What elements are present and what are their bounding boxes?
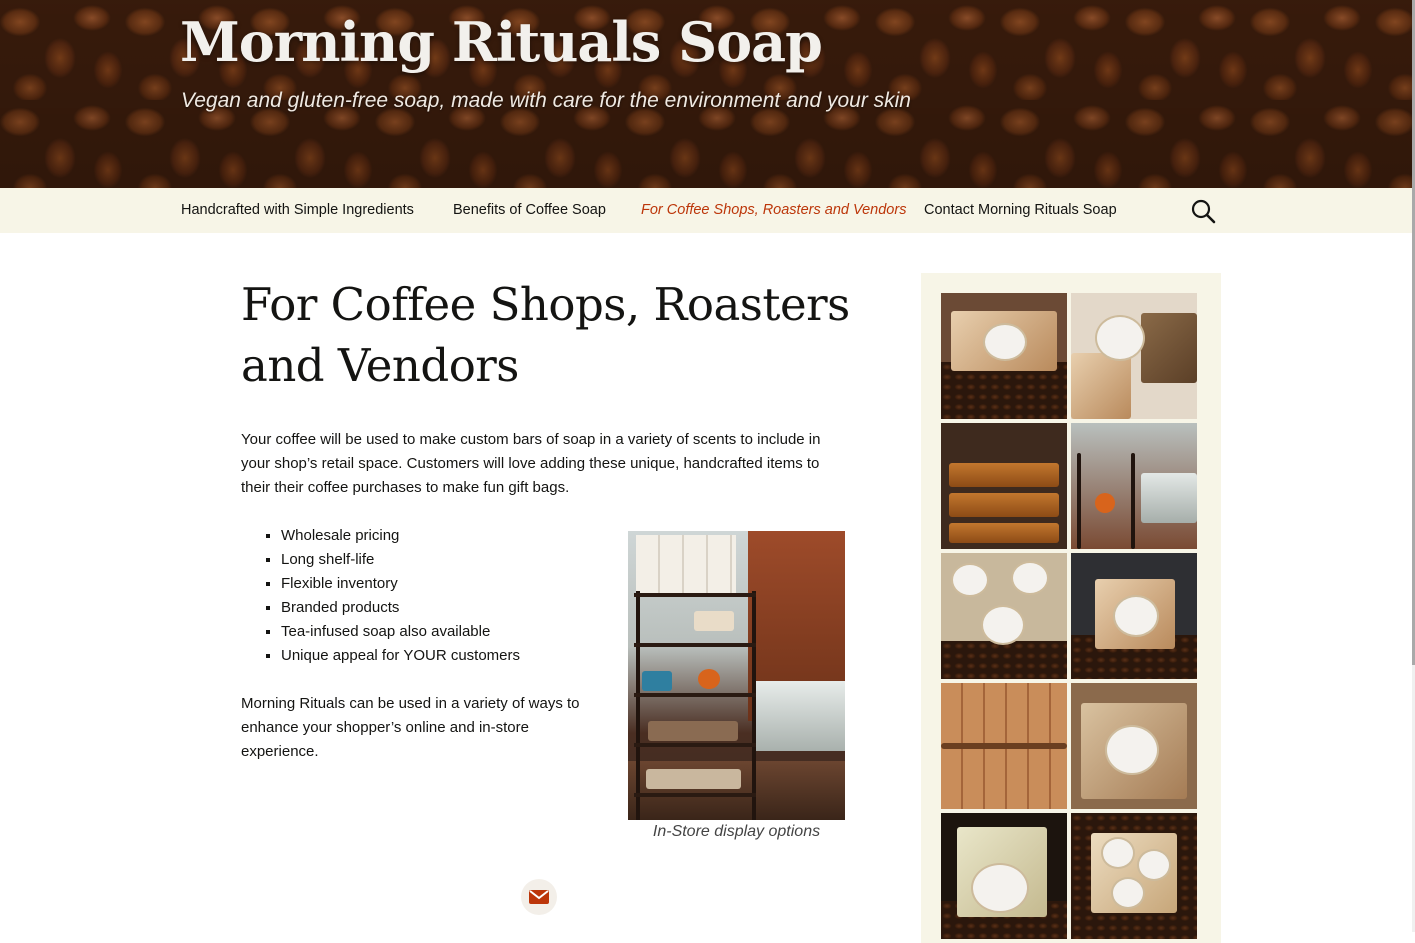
- figure-caption: In-Store display options: [652, 823, 821, 840]
- gallery-thumbnail[interactable]: [1071, 553, 1197, 679]
- site-description: Vegan and gluten-free soap, made with ca…: [181, 89, 911, 112]
- nav-item-handcrafted[interactable]: Handcrafted with Simple Ingredients: [181, 202, 414, 218]
- gallery-thumbnail[interactable]: [941, 813, 1067, 939]
- outro-paragraph: Morning Rituals can be used in a variety…: [241, 695, 580, 760]
- list-item: Long shelf-life: [281, 548, 621, 572]
- site-header: Morning Rituals Soap Vegan and gluten-fr…: [0, 0, 1412, 188]
- search-icon[interactable]: [1190, 198, 1216, 224]
- gallery-thumbnail[interactable]: [1071, 813, 1197, 939]
- site-title[interactable]: Morning Rituals Soap: [180, 10, 823, 74]
- nav-item-contact[interactable]: Contact Morning Rituals Soap: [924, 202, 1117, 218]
- gallery-thumbnail[interactable]: [941, 683, 1067, 809]
- store-display-figure: In-Store display options: [628, 531, 845, 841]
- feature-list: Wholesale pricing Long shelf-life Flexib…: [241, 524, 621, 668]
- list-item: Tea-infused soap also available: [281, 620, 621, 644]
- nav-item-benefits[interactable]: Benefits of Coffee Soap: [453, 202, 606, 218]
- store-display-photo[interactable]: [628, 531, 845, 820]
- intro-paragraph: Your coffee will be used to make custom …: [241, 431, 821, 496]
- email-share-button[interactable]: [521, 879, 557, 915]
- gallery-thumbnail[interactable]: [941, 293, 1067, 419]
- list-item: Wholesale pricing: [281, 524, 621, 548]
- main-navigation: Handcrafted with Simple Ingredients Bene…: [0, 188, 1412, 233]
- list-item: Unique appeal for YOUR customers: [281, 644, 621, 668]
- list-item: Flexible inventory: [281, 572, 621, 596]
- gallery-thumbnail[interactable]: [941, 423, 1067, 549]
- list-item: Branded products: [281, 596, 621, 620]
- gallery-thumbnail[interactable]: [1071, 683, 1197, 809]
- page-title: For Coffee Shops, Roasters and Vendors: [241, 278, 850, 392]
- gallery-thumbnail[interactable]: [1071, 293, 1197, 419]
- email-icon: [529, 890, 549, 904]
- sidebar-gallery: [921, 273, 1221, 943]
- nav-item-coffee-shops[interactable]: For Coffee Shops, Roasters and Vendors: [641, 202, 906, 218]
- gallery-thumbnail[interactable]: [1071, 423, 1197, 549]
- gallery-thumbnail[interactable]: [941, 553, 1067, 679]
